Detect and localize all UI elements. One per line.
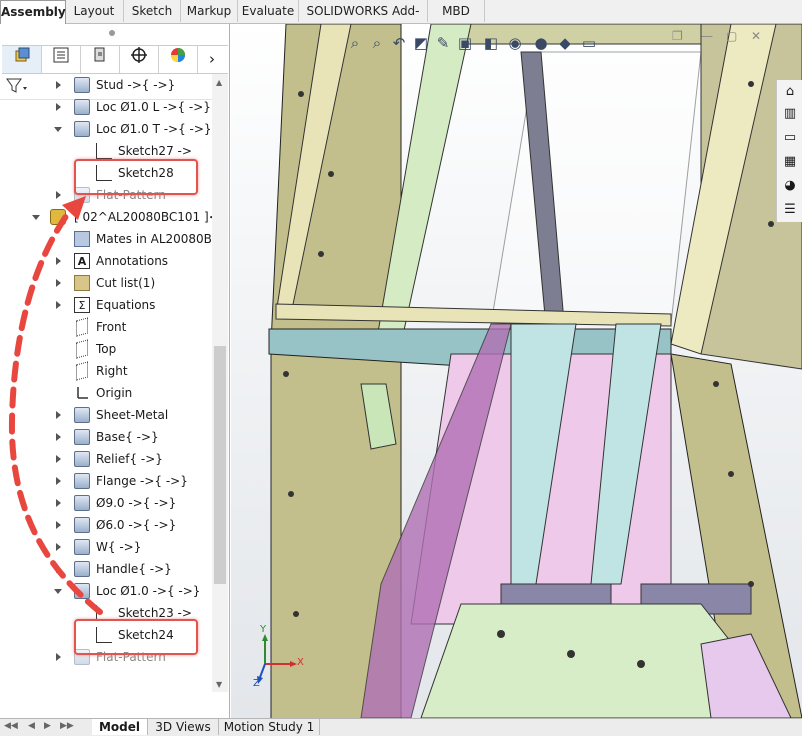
tab-3d-views[interactable]: 3D Views bbox=[148, 719, 219, 735]
tab-model[interactable]: Model bbox=[92, 719, 148, 735]
bottom-tabbar: ◀◀ ◀ ▶ ▶▶ Model 3D Views Motion Study 1 bbox=[0, 718, 802, 736]
tab-motion-study-1[interactable]: Motion Study 1 bbox=[219, 719, 320, 735]
annotation-arrow bbox=[8, 196, 103, 615]
tab-scroll-last-icon[interactable]: ▶▶ bbox=[60, 721, 74, 731]
tab-scroll-next-icon[interactable]: ▶ bbox=[44, 721, 51, 731]
tab-scroll-prev-icon[interactable]: ◀ bbox=[28, 721, 35, 731]
tab-scroll-first-icon[interactable]: ◀◀ bbox=[4, 721, 18, 731]
